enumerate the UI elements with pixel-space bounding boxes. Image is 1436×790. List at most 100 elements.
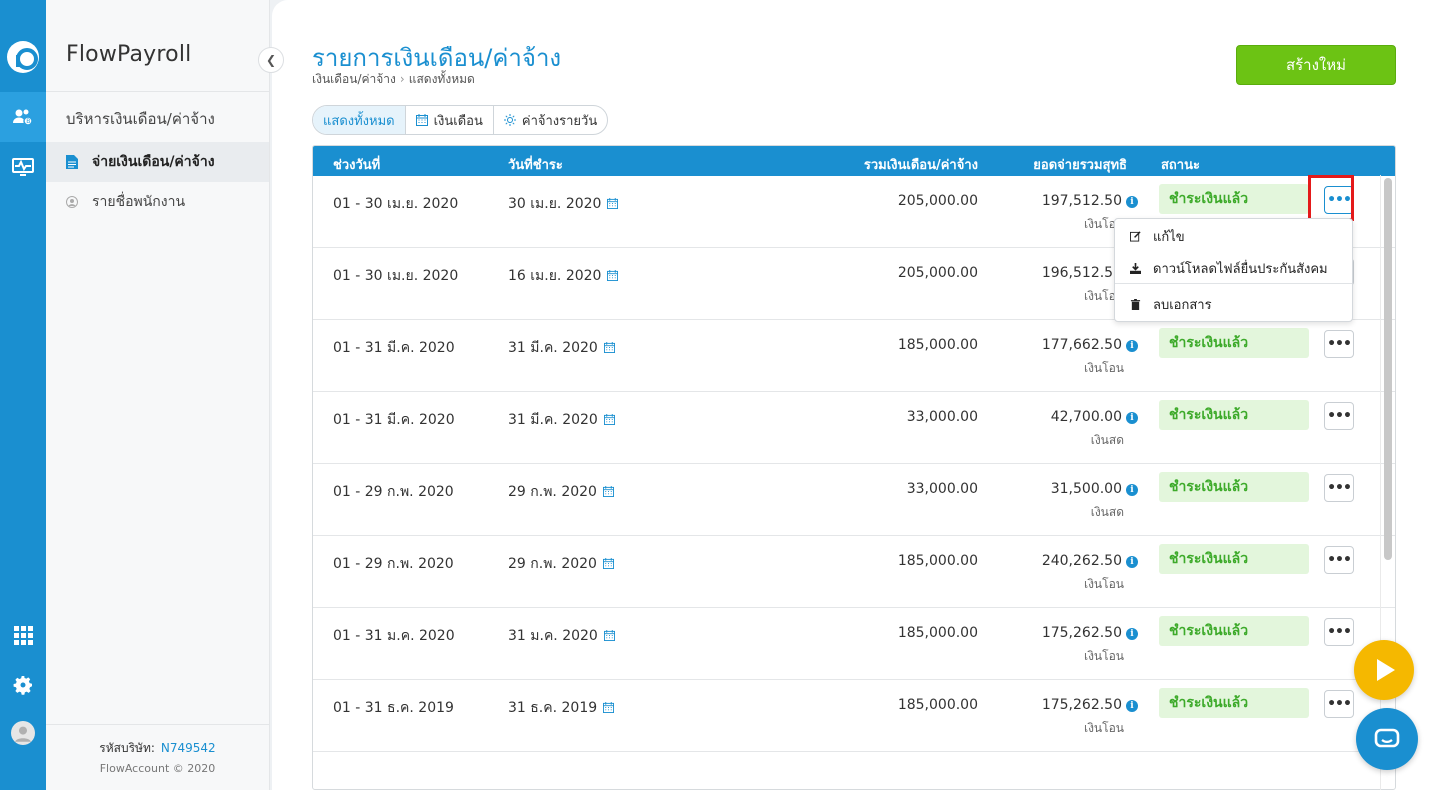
menu-item-edit[interactable]: แก้ไข [1115, 221, 1352, 251]
document-icon [66, 155, 78, 169]
calendar-icon[interactable] [602, 558, 614, 569]
info-icon[interactable]: i [1126, 196, 1138, 208]
chevron-right-icon: › [399, 72, 405, 86]
info-icon[interactable]: i [1126, 556, 1138, 568]
net-amount: 177,662.50 [1041, 337, 1122, 353]
trash-icon [1130, 298, 1141, 310]
menu-item-delete[interactable]: ลบเอกสาร [1115, 289, 1352, 319]
period-cell: 01 - 29 ก.พ. 2020 [333, 484, 454, 500]
more-options-button[interactable]: ••• [1324, 330, 1354, 358]
sidebar-item-label: จ่ายเงินเดือน/ค่าจ้าง [92, 154, 215, 170]
more-options-button[interactable]: ••• [1324, 618, 1354, 646]
info-icon[interactable]: i [1126, 700, 1138, 712]
sidebar-item-employees[interactable]: รายชื่อพนักงาน [46, 182, 269, 222]
collapse-sidebar-button[interactable]: ❮ [258, 47, 284, 73]
flow-logo-icon[interactable] [7, 41, 39, 73]
calendar-icon[interactable] [603, 630, 615, 641]
table-row[interactable]: 01 - 31 มี.ค. 2020 31 มี.ค. 2020 185,000… [313, 320, 1395, 392]
table-row[interactable]: 01 - 29 ก.พ. 2020 29 ก.พ. 2020 185,000.0… [313, 536, 1395, 608]
monitor-pulse-icon[interactable] [0, 142, 46, 192]
net-amount: 240,262.50 [1041, 553, 1122, 569]
status-badge: ชำระเงินแล้ว [1159, 544, 1309, 574]
pay-date-text: 31 มี.ค. 2020 [508, 340, 598, 356]
pay-date-text: 16 เม.ย. 2020 [508, 268, 602, 284]
menu-item-label: ลบเอกสาร [1153, 297, 1212, 313]
pay-date-text: 30 เม.ย. 2020 [508, 196, 602, 212]
sidebar-section-title: บริหารเงินเดือน/ค่าจ้าง [66, 110, 215, 128]
net-amount: 197,512.50 [1041, 193, 1122, 209]
net-cell: 175,262.50 i [1042, 697, 1138, 713]
calendar-icon[interactable] [603, 702, 615, 713]
filter-label: เงินเดือน [433, 113, 483, 129]
column-header-pay-date[interactable]: วันที่ชำระ [508, 154, 563, 175]
net-cell: 177,662.50 i [1042, 337, 1138, 353]
sidebar-item-payroll[interactable]: จ่ายเงินเดือน/ค่าจ้าง [46, 142, 269, 182]
create-new-button[interactable]: สร้างใหม่ [1236, 45, 1396, 85]
avatar[interactable] [0, 708, 46, 758]
total-cell: 185,000.00 [897, 553, 978, 569]
filter-all[interactable]: แสดงทั้งหมด [313, 106, 406, 134]
status-badge: ชำระเงินแล้ว [1159, 688, 1309, 718]
column-header-net[interactable]: ยอดจ่ายรวมสุทธิ [1033, 154, 1127, 175]
pay-date-cell: 31 มี.ค. 2020 [508, 337, 615, 359]
column-header-period[interactable]: ช่วงวันที่ [333, 154, 380, 175]
gear-icon[interactable] [0, 660, 46, 710]
info-icon[interactable]: i [1126, 484, 1138, 496]
download-icon [1130, 262, 1141, 274]
breadcrumb-item[interactable]: เงินเดือน/ค่าจ้าง [312, 72, 396, 86]
net-cell: 197,512.50 i [1042, 193, 1138, 209]
calendar-icon[interactable] [603, 414, 615, 425]
chat-button[interactable] [1356, 708, 1418, 770]
sidebar-item-label: รายชื่อพนักงาน [92, 194, 186, 210]
calendar-icon[interactable] [607, 270, 619, 281]
net-cell: 42,700.00 i [1051, 409, 1138, 425]
info-icon[interactable]: i [1126, 412, 1138, 424]
person-icon [66, 196, 78, 208]
info-icon[interactable]: i [1126, 628, 1138, 640]
pay-date-cell: 30 เม.ย. 2020 [508, 193, 619, 215]
filter-salary[interactable]: เงินเดือน [406, 106, 494, 134]
breadcrumb: เงินเดือน/ค่าจ้าง › แสดงทั้งหมด [312, 70, 475, 89]
breadcrumb-item: แสดงทั้งหมด [408, 72, 475, 86]
period-cell: 01 - 31 มี.ค. 2020 [333, 412, 455, 428]
calendar-icon[interactable] [602, 486, 614, 497]
calendar-icon[interactable] [607, 198, 619, 209]
payroll-people-icon[interactable]: B [0, 92, 46, 142]
period-cell: 01 - 31 ม.ค. 2020 [333, 628, 455, 644]
payment-method: เงินโอน [1083, 361, 1124, 375]
pay-date-cell: 16 เม.ย. 2020 [508, 265, 619, 287]
total-cell: 185,000.00 [897, 625, 978, 641]
calendar-icon[interactable] [603, 342, 615, 353]
more-options-button[interactable]: ••• [1324, 474, 1354, 502]
status-badge: ชำระเงินแล้ว [1159, 616, 1309, 646]
pay-date-text: 29 ก.พ. 2020 [508, 484, 597, 500]
pay-date-cell: 29 ก.พ. 2020 [508, 553, 614, 575]
more-options-button[interactable]: ••• [1324, 402, 1354, 430]
pay-date-text: 31 ธ.ค. 2019 [508, 700, 598, 716]
play-tutorial-button[interactable] [1354, 640, 1414, 700]
company-info: รหัสบริษัท: N749542 [46, 739, 269, 758]
pay-date-cell: 31 ธ.ค. 2019 [508, 697, 615, 719]
copyright: FlowAccount © 2020 [99, 762, 216, 775]
row-action-menu: แก้ไข ดาวน์โหลดไฟล์ยื่นประกันสังคม ลบเอก… [1114, 218, 1353, 322]
table-row[interactable]: 01 - 29 ก.พ. 2020 29 ก.พ. 2020 33,000.00… [313, 464, 1395, 536]
ellipsis-icon: ••• [1327, 696, 1352, 712]
table-row[interactable]: 01 - 31 มี.ค. 2020 31 มี.ค. 2020 33,000.… [313, 392, 1395, 464]
menu-item-download-sso[interactable]: ดาวน์โหลดไฟล์ยื่นประกันสังคม [1115, 253, 1352, 283]
table-row[interactable]: 01 - 31 ธ.ค. 2019 31 ธ.ค. 2019 185,000.0… [313, 680, 1395, 752]
total-cell: 205,000.00 [897, 193, 978, 209]
more-options-button[interactable]: ••• [1324, 690, 1354, 718]
scrollbar-thumb[interactable] [1384, 178, 1392, 560]
info-icon[interactable]: i [1126, 340, 1138, 352]
column-header-status[interactable]: สถานะ [1161, 154, 1200, 175]
table-row[interactable]: 01 - 31 ม.ค. 2020 31 ม.ค. 2020 185,000.0… [313, 608, 1395, 680]
pay-date-text: 31 ม.ค. 2020 [508, 628, 598, 644]
column-header-total[interactable]: รวมเงินเดือน/ค่าจ้าง [864, 154, 978, 175]
brand-name: FlowPayroll [66, 42, 192, 67]
filter-daily-wage[interactable]: ค่าจ้างรายวัน [494, 106, 607, 134]
net-cell: 31,500.00 i [1051, 481, 1138, 497]
total-cell: 185,000.00 [897, 697, 978, 713]
apps-grid-icon[interactable] [0, 610, 46, 660]
more-options-button[interactable]: ••• [1324, 546, 1354, 574]
filter-label: ค่าจ้างรายวัน [521, 113, 598, 129]
